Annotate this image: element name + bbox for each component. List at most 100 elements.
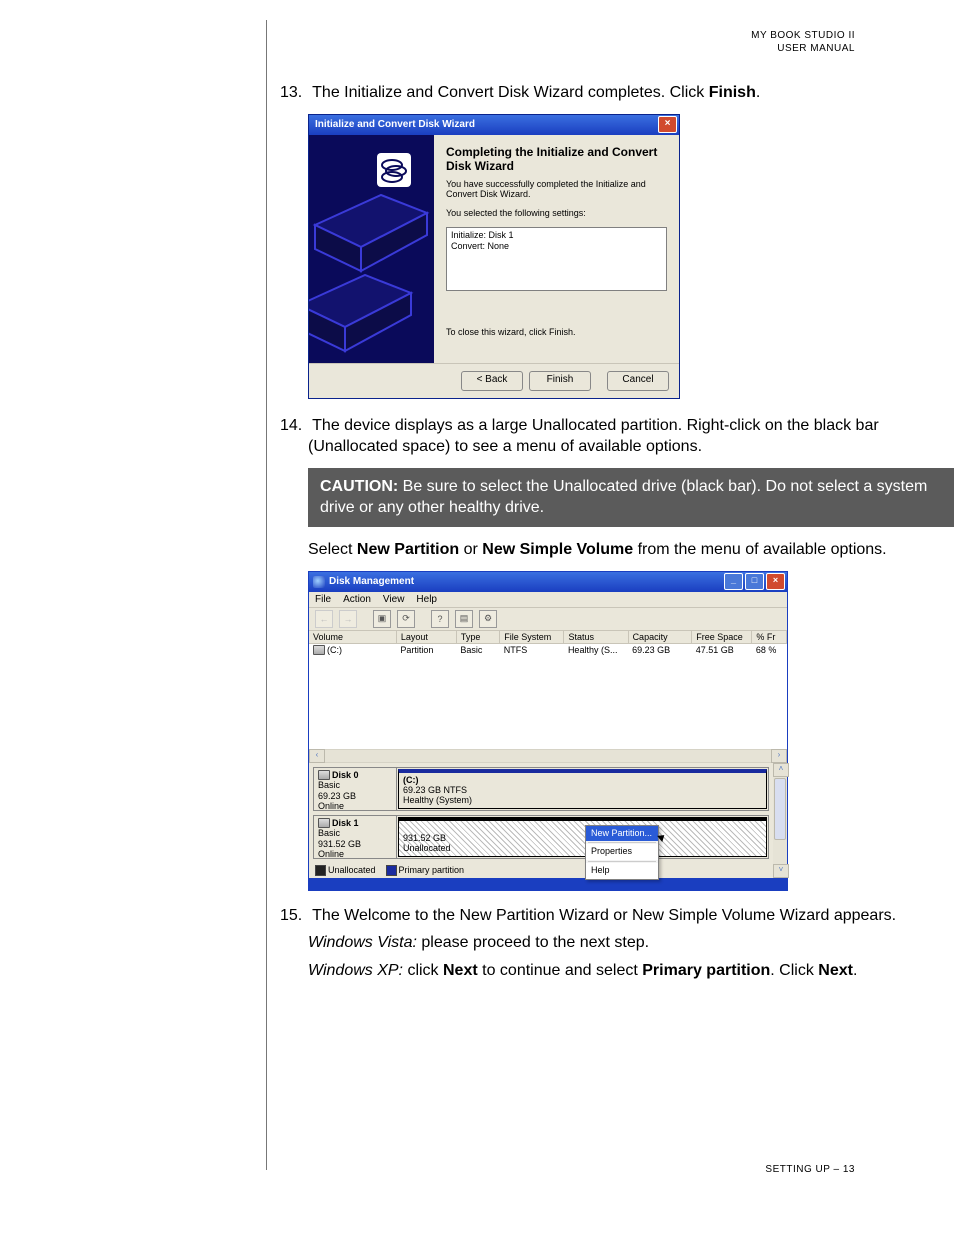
close-icon[interactable]: × [766, 573, 785, 590]
close-icon[interactable]: × [658, 116, 677, 133]
s14b-mid: or [459, 541, 482, 558]
row-fs: NTFS [500, 643, 564, 656]
step-14b: Select New Partition or New Simple Volum… [280, 539, 954, 561]
disk-icon [318, 770, 330, 780]
step-15-text: The Welcome to the New Partition Wizard … [312, 907, 896, 924]
s14b-pre: Select [308, 541, 357, 558]
step-13-text-b: . [756, 84, 760, 101]
header-line2: USER MANUAL [751, 43, 855, 56]
caution-text: Be sure to select the Unallocated drive … [320, 478, 927, 517]
scroll-down-icon[interactable]: ˅ [773, 864, 789, 878]
step-13: 13. The Initialize and Convert Disk Wiza… [280, 82, 954, 104]
ctx-separator [588, 861, 656, 862]
col-free[interactable]: Free Space [692, 631, 752, 644]
disk-icon [318, 818, 330, 828]
disk0-info: Disk 0 Basic 69.23 GB Online [314, 768, 397, 810]
s14b-bold1: New Partition [357, 541, 459, 558]
wizard-p3: To close this wizard, click Finish. [446, 327, 667, 338]
s15-xp-bold2: Primary partition [642, 962, 770, 979]
s15-vista-label: Windows Vista: [308, 934, 417, 951]
wizard-p2: You selected the following settings: [446, 208, 667, 219]
s15-xp-label: Windows XP: [308, 962, 403, 979]
menu-help[interactable]: Help [416, 594, 437, 605]
dm-app-icon [313, 576, 325, 588]
ctx-new-partition[interactable]: New Partition... [586, 826, 658, 842]
forward-icon[interactable]: → [339, 610, 357, 628]
disk1-unallocated[interactable]: 931.52 GB Unallocated New Partition... P… [398, 817, 767, 857]
wizard-p1: You have successfully completed the Init… [446, 179, 667, 201]
step-14-text: The device displays as a large Unallocat… [308, 417, 879, 456]
list-icon[interactable]: ▤ [455, 610, 473, 628]
col-fs[interactable]: File System [500, 631, 564, 644]
menu-action[interactable]: Action [343, 594, 371, 605]
wizard-settings-l2: Convert: None [451, 241, 662, 252]
legend-primary: Primary partition [399, 865, 465, 875]
volume-icon [313, 645, 325, 655]
menu-file[interactable]: File [315, 594, 331, 605]
help-icon[interactable]: ? [431, 610, 449, 628]
step-15: 15. The Welcome to the New Partition Wiz… [280, 905, 954, 982]
header-line1: MY BOOK STUDIO II [751, 30, 855, 43]
s14b-bold2: New Simple Volume [482, 541, 633, 558]
disk0-name: Disk 0 [332, 770, 359, 780]
col-type[interactable]: Type [456, 631, 499, 644]
col-capacity[interactable]: Capacity [628, 631, 692, 644]
dm-legend: Unallocated Primary partition [309, 863, 773, 878]
legend-unallocated: Unallocated [328, 865, 376, 875]
legend-unallocated-swatch [315, 865, 326, 876]
disk1-info: Disk 1 Basic 931.52 GB Online [314, 816, 397, 858]
col-layout[interactable]: Layout [396, 631, 456, 644]
horizontal-scrollbar[interactable]: ‹ › [309, 749, 787, 763]
refresh-icon[interactable]: ⟳ [397, 610, 415, 628]
disk-management-window: Disk Management _ □ × File Action View H… [308, 571, 788, 891]
scroll-right-icon[interactable]: › [771, 749, 787, 763]
scroll-left-icon[interactable]: ‹ [309, 749, 325, 763]
ctx-properties[interactable]: Properties [586, 844, 658, 860]
disk1-part-line3: Unallocated [403, 843, 451, 853]
ctx-help[interactable]: Help [586, 863, 658, 879]
disk1-type: Basic [318, 828, 340, 838]
row-capacity: 69.23 GB [628, 643, 692, 656]
row-pct: 68 % [752, 643, 787, 656]
row-volume: (C:) [327, 645, 342, 655]
s15-xp-bold1: Next [443, 962, 478, 979]
finish-button[interactable]: Finish [529, 371, 591, 391]
dm-titlebar[interactable]: Disk Management _ □ × [309, 572, 787, 592]
vscroll-thumb[interactable] [774, 778, 786, 840]
row-layout: Partition [396, 643, 456, 656]
ctx-separator [588, 842, 656, 843]
back-button[interactable]: < Back [461, 371, 523, 391]
disk0-row[interactable]: Disk 0 Basic 69.23 GB Online (C:) 69.23 … [313, 767, 769, 811]
table-row[interactable]: (C:) Partition Basic NTFS Healthy (S... … [309, 643, 787, 656]
minimize-icon[interactable]: _ [724, 573, 743, 590]
settings-icon[interactable]: ⚙ [479, 610, 497, 628]
wizard-titlebar[interactable]: Initialize and Convert Disk Wizard × [309, 115, 679, 135]
col-status[interactable]: Status [564, 631, 628, 644]
scroll-up-icon[interactable]: ˄ [773, 763, 789, 777]
vertical-scrollbar[interactable]: ˄ ˅ [773, 763, 787, 878]
disk1-part-line2: 931.52 GB [403, 833, 446, 843]
disk0-size: 69.23 GB [318, 791, 356, 801]
disk1-state: Online [318, 849, 344, 859]
hscroll-track[interactable] [325, 749, 771, 763]
maximize-icon[interactable]: □ [745, 573, 764, 590]
step-13-number: 13. [280, 82, 308, 104]
back-icon[interactable]: ← [315, 610, 333, 628]
dm-volume-list[interactable]: Volume Layout Type File System Status Ca… [309, 631, 787, 749]
properties-icon[interactable]: ▣ [373, 610, 391, 628]
context-menu: New Partition... Properties Help [585, 825, 659, 880]
wizard-settings-l1: Initialize: Disk 1 [451, 230, 662, 241]
disk1-row[interactable]: Disk 1 Basic 931.52 GB Online 931.52 GB … [313, 815, 769, 859]
disk1-size: 931.52 GB [318, 839, 361, 849]
wizard-sidebar-graphic [309, 135, 434, 363]
s15-xp-bold3: Next [818, 962, 853, 979]
vertical-rule [266, 20, 267, 1170]
cancel-button[interactable]: Cancel [607, 371, 669, 391]
menu-view[interactable]: View [383, 594, 405, 605]
col-volume[interactable]: Volume [309, 631, 396, 644]
col-pct[interactable]: % Fr [752, 631, 787, 644]
disk0-partition[interactable]: (C:) 69.23 GB NTFS Healthy (System) [398, 769, 767, 809]
page-footer: SETTING UP – 13 [765, 1164, 855, 1175]
legend-primary-swatch [386, 865, 397, 876]
disk0-part-label: (C:) [403, 775, 419, 785]
